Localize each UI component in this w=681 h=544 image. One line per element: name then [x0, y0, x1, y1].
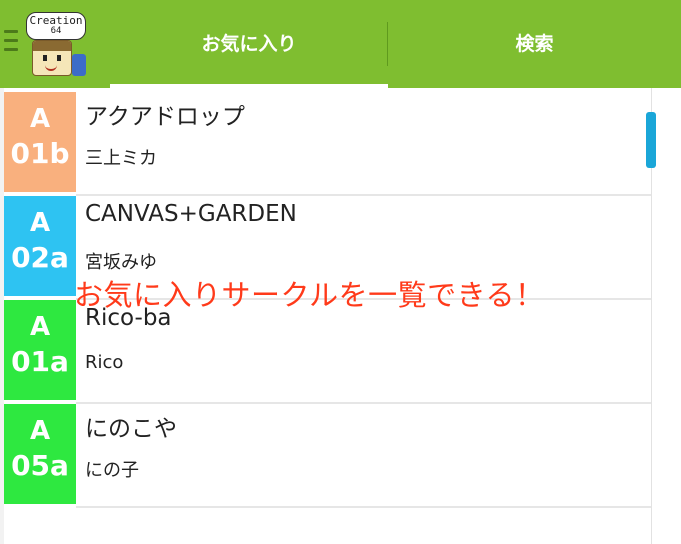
- space-number: 05a: [11, 449, 69, 482]
- space-number: 02a: [11, 241, 69, 274]
- hall-label: A: [29, 104, 51, 134]
- list-item[interactable]: A 01a Rico-ba Rico: [4, 300, 652, 404]
- logo-character-icon: [32, 40, 72, 76]
- space-code-badge: A 01a: [4, 300, 76, 400]
- scrollbar-thumb[interactable]: [646, 112, 656, 168]
- circle-name: アクアドロップ: [85, 104, 245, 130]
- hall-label: A: [29, 416, 51, 446]
- space-code-badge: A 05a: [4, 404, 76, 504]
- tab-selected-indicator: [110, 84, 388, 88]
- app-bar: Creation 64 お気に入り 検索: [0, 0, 681, 88]
- circle-author: にの子: [85, 460, 139, 481]
- logo-speech-bubble: Creation 64: [26, 12, 86, 40]
- logo-figure-icon: [72, 54, 86, 76]
- space-code-badge: A 01b: [4, 92, 76, 192]
- logo-text-line2: 64: [50, 26, 62, 36]
- hall-label: A: [29, 312, 51, 342]
- circle-name: にのこや: [85, 416, 177, 442]
- logo-text-line1: Creation: [29, 14, 83, 27]
- promo-caption: お気に入りサークルを一覧できる！: [74, 278, 545, 312]
- space-number: 01a: [11, 345, 69, 378]
- tab-favorites[interactable]: お気に入り: [110, 0, 388, 88]
- app-logo[interactable]: Creation 64: [26, 12, 88, 76]
- space-number: 01b: [10, 137, 70, 170]
- tab-favorites-label: お気に入り: [201, 33, 297, 55]
- list-item[interactable]: A 05a にのこや にの子: [4, 404, 652, 508]
- tab-search[interactable]: 検索: [388, 0, 681, 88]
- hall-label: A: [29, 208, 51, 238]
- row-divider: [76, 506, 652, 508]
- circle-author: 宮坂みゆ: [85, 252, 157, 273]
- menu-icon[interactable]: [4, 30, 18, 56]
- space-code-badge: A 02a: [4, 196, 76, 296]
- list-item[interactable]: A 01b アクアドロップ 三上ミカ: [4, 92, 652, 196]
- tab-search-label: 検索: [515, 33, 554, 55]
- circle-author: Rico: [85, 352, 124, 373]
- circle-author: 三上ミカ: [85, 148, 157, 169]
- circle-name: CANVAS+GARDEN: [85, 201, 297, 227]
